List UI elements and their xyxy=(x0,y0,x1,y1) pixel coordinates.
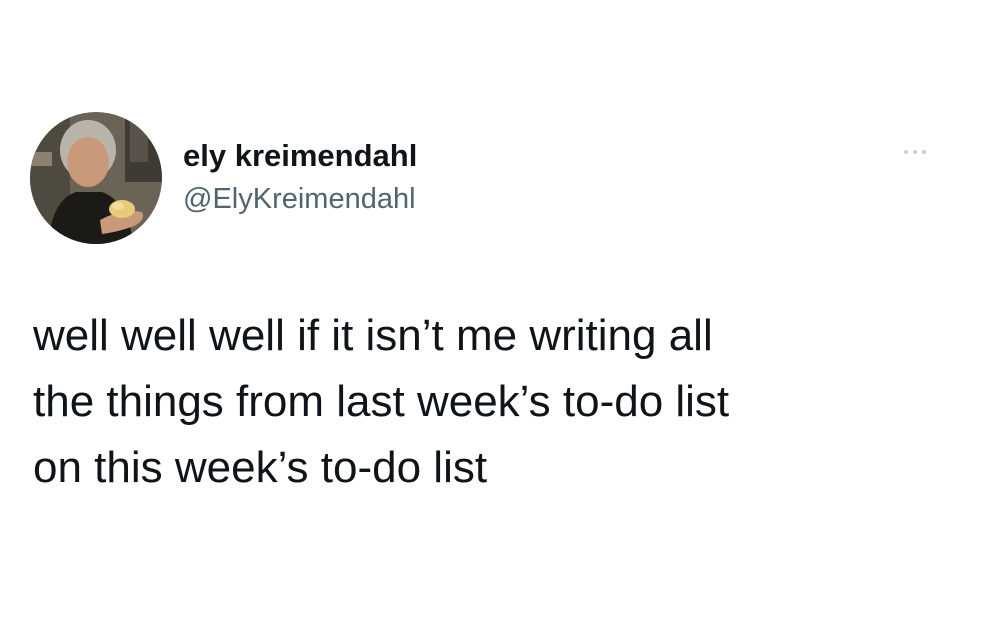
menu-dot xyxy=(913,150,917,154)
more-horizontal-icon xyxy=(904,150,926,154)
handle[interactable]: @ElyKreimendahl xyxy=(183,182,416,217)
tweet-text-line: well well well if it isn’t me writing al… xyxy=(33,311,713,360)
avatar[interactable] xyxy=(30,112,162,244)
avatar-photo xyxy=(30,112,162,244)
tweet-card: ely kreimendahl @ElyKreimendahl well wel… xyxy=(0,0,1000,630)
tweet-text: well well well if it isn’t me writing al… xyxy=(33,303,933,501)
more-options-button[interactable] xyxy=(893,140,937,164)
menu-dot xyxy=(904,150,908,154)
display-name[interactable]: ely kreimendahl xyxy=(183,137,417,174)
tweet-text-line: on this week’s to-do list xyxy=(33,443,488,492)
tweet-text-line: the things from last week’s to-do list xyxy=(33,377,730,426)
menu-dot xyxy=(922,150,926,154)
